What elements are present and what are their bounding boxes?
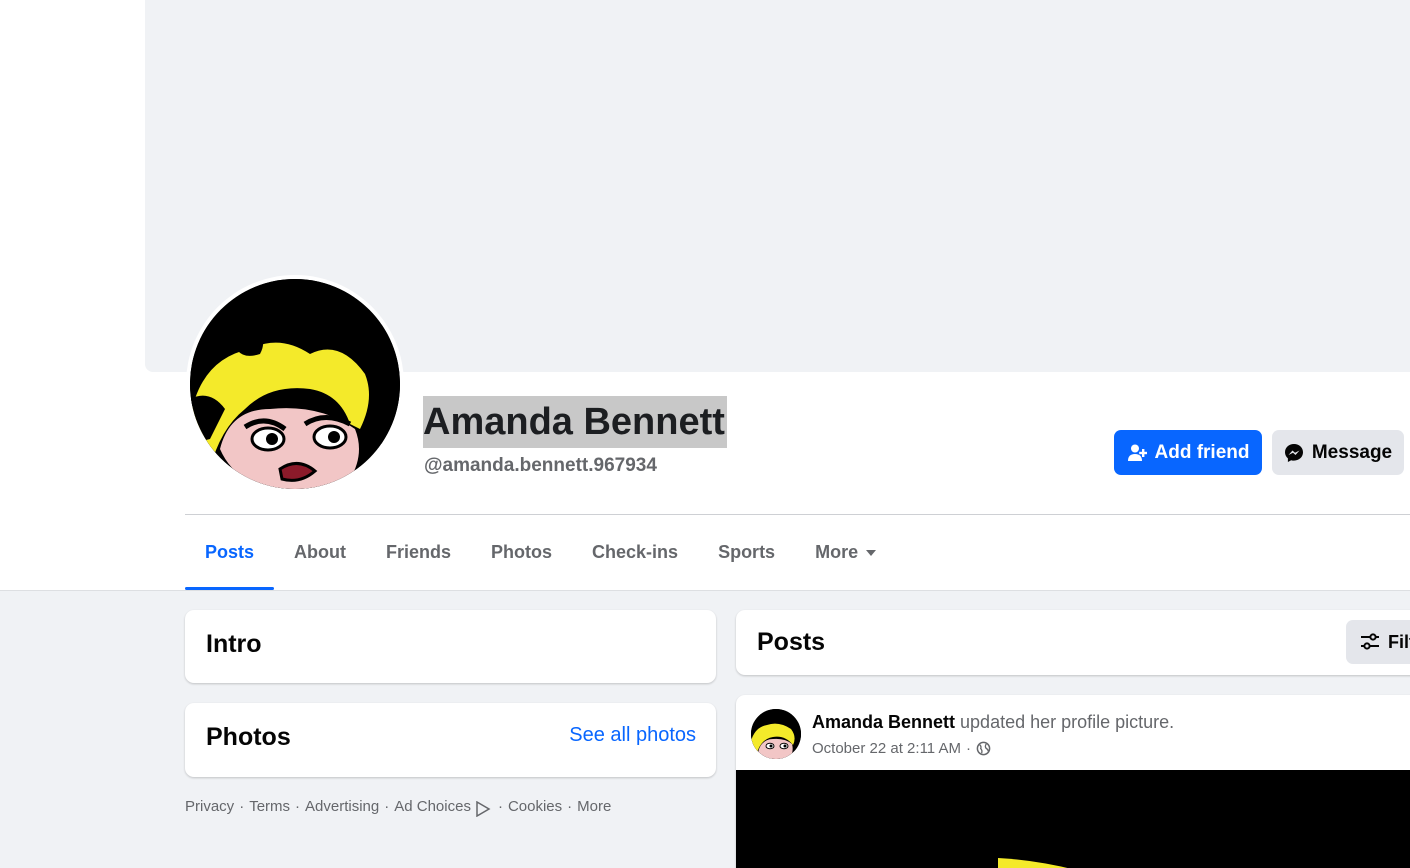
footer-link-more[interactable]: More	[577, 798, 611, 815]
tab-sports[interactable]: Sports	[698, 515, 795, 590]
profile-tabs: Posts About Friends Photos Check-ins Spo…	[185, 515, 896, 590]
page-left-margin	[0, 0, 145, 590]
add-person-icon	[1127, 444, 1147, 461]
footer-separator: ·	[239, 797, 245, 815]
globe-icon[interactable]	[976, 741, 991, 756]
footer-link-terms[interactable]: Terms	[249, 798, 290, 815]
tab-posts[interactable]: Posts	[185, 515, 275, 590]
tab-label: Posts	[205, 542, 255, 562]
tab-photos[interactable]: Photos	[471, 515, 572, 590]
adchoices-icon[interactable]	[475, 801, 491, 817]
profile-picture-frame[interactable]	[186, 275, 404, 493]
tab-label: Check-ins	[592, 542, 679, 562]
footer-separator: ·	[295, 797, 301, 815]
footer-link-ad-choices[interactable]: Ad Choices	[394, 798, 471, 815]
post-image-content	[736, 770, 1410, 868]
post-card: Amanda Bennett updated her profile pictu…	[736, 695, 1410, 868]
post-avatar-image	[751, 709, 801, 759]
posts-title: Posts	[757, 628, 826, 656]
footer-link-advertising[interactable]: Advertising	[305, 798, 379, 815]
profile-name: Amanda Bennett	[423, 396, 727, 448]
profile-picture[interactable]	[190, 279, 400, 489]
intro-title: Intro	[206, 630, 262, 658]
tab-label: More	[815, 542, 859, 562]
profile-handle: @amanda.bennett.967934	[424, 455, 657, 476]
tab-check-ins[interactable]: Check-ins	[572, 515, 698, 590]
footer-links: Privacy · Terms · Advertising · Ad Choic…	[185, 795, 611, 817]
tab-friends[interactable]: Friends	[366, 515, 471, 590]
post-author-name[interactable]: Amanda Bennett	[812, 712, 955, 732]
caret-down-icon	[866, 549, 877, 556]
post-header-text: Amanda Bennett updated her profile pictu…	[812, 712, 1174, 733]
footer-link-cookies[interactable]: Cookies	[508, 798, 562, 815]
footer-separator: ·	[384, 797, 390, 815]
profile-picture-image	[190, 279, 400, 489]
photos-title: Photos	[206, 723, 291, 751]
meta-separator: ·	[965, 740, 971, 757]
tab-label: Friends	[386, 542, 452, 562]
footer-link-privacy[interactable]: Privacy	[185, 798, 234, 815]
post-action-text: updated her profile picture.	[960, 712, 1175, 732]
filters-label: Filt	[1388, 631, 1410, 652]
intro-card: Intro	[185, 610, 716, 683]
filters-button[interactable]: Filt	[1346, 620, 1410, 664]
tab-more[interactable]: More	[795, 515, 896, 590]
message-label: Message	[1311, 441, 1393, 463]
message-button[interactable]: Message	[1272, 430, 1404, 475]
post-meta: October 22 at 2:11 AM ·	[812, 740, 991, 757]
tab-label: Photos	[491, 542, 553, 562]
see-all-photos-link[interactable]: See all photos	[569, 724, 696, 747]
posts-header-card: Posts Filt	[736, 610, 1410, 675]
post-timestamp[interactable]: October 22 at 2:11 AM	[812, 740, 961, 757]
filter-sliders-icon	[1361, 633, 1379, 650]
messenger-icon	[1284, 443, 1303, 462]
photos-card: Photos See all photos	[185, 703, 716, 777]
add-friend-label: Add friend	[1154, 441, 1250, 463]
footer-separator: ·	[567, 797, 573, 815]
footer-separator: ·	[497, 797, 503, 815]
post-image[interactable]	[736, 770, 1410, 868]
tab-label: Sports	[718, 542, 776, 562]
add-friend-button[interactable]: Add friend	[1114, 430, 1262, 475]
post-author-avatar[interactable]	[751, 709, 801, 759]
tab-label: About	[294, 542, 347, 562]
tab-about[interactable]: About	[274, 515, 366, 590]
header-bottom-border	[0, 590, 1410, 591]
